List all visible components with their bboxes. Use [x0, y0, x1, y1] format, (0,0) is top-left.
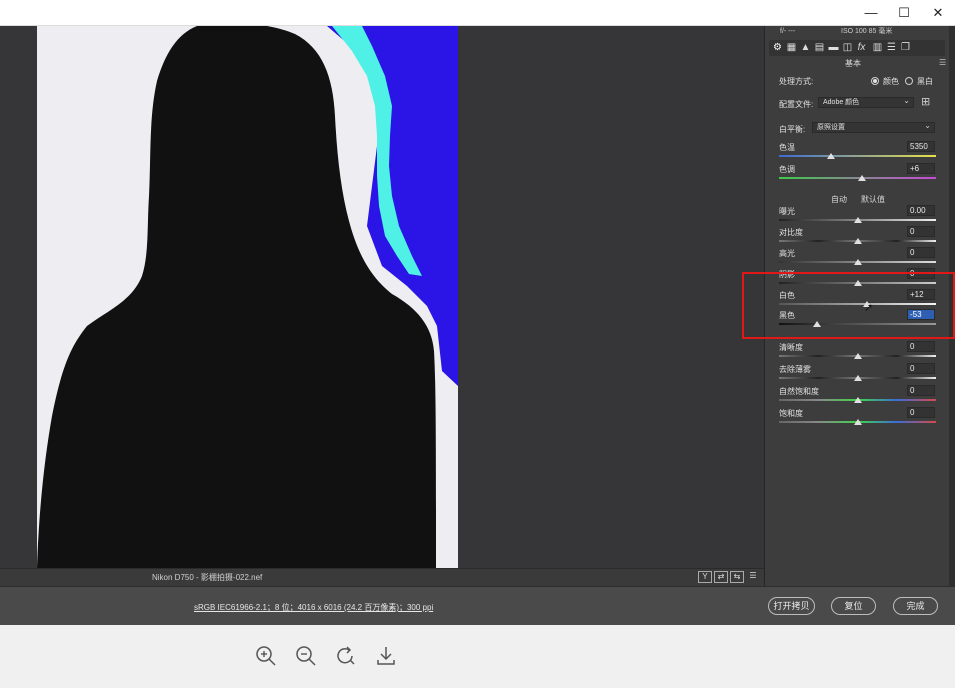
zoom-out-icon[interactable] — [294, 644, 318, 668]
fx-tab-icon[interactable]: fx — [855, 41, 868, 54]
temperature-slider-thumb[interactable] — [826, 153, 835, 159]
photo-preview — [37, 26, 458, 568]
hsl-tab-icon[interactable]: ▤ — [813, 41, 826, 54]
vibrance-slider-thumb[interactable] — [853, 397, 862, 403]
aperture-readout: f/- --- — [780, 28, 796, 35]
clarity-label: 清晰度 — [779, 343, 803, 352]
dehaze-slider-thumb[interactable] — [853, 375, 862, 381]
iso-focal-readout: ISO 100 85 毫米 — [841, 28, 893, 35]
zoom-in-icon[interactable] — [254, 644, 278, 668]
dehaze-field[interactable]: 0 — [907, 363, 935, 374]
presets-tab-icon[interactable]: ☰ — [885, 41, 898, 54]
workflow-bar: sRGB IEC61966-2.1；8 位；4016 x 6016 (24.2 … — [0, 586, 955, 625]
contrast-slider-thumb[interactable] — [853, 238, 862, 244]
whites-field[interactable]: +12 — [907, 289, 935, 300]
image-preview-area[interactable] — [0, 26, 764, 568]
screen: — ☐ ✕ Nikon D750 - 影棚拍摄-022.nef Y ⇄ ⇆ ☰ … — [0, 0, 955, 688]
dehaze-label: 去除薄雾 — [779, 365, 811, 374]
auto-button[interactable]: 自动 — [831, 194, 847, 205]
saturation-field[interactable]: 0 — [907, 407, 935, 418]
whites-slider-track[interactable] — [779, 303, 936, 305]
basic-tab-icon[interactable]: ⚙ — [771, 41, 784, 54]
image-viewer-toolbar — [0, 625, 955, 688]
title-bar: — ☐ ✕ — [0, 0, 955, 26]
temperature-field[interactable]: 5350 — [907, 141, 935, 152]
tint-field[interactable]: +6 — [907, 163, 935, 174]
white-balance-dropdown[interactable]: 原照设置 — [812, 121, 935, 133]
bw-radio-label: 黑白 — [917, 77, 933, 86]
bw-radio[interactable] — [905, 77, 913, 85]
adjustment-panel: f/- --- ISO 100 85 毫米 ⚙ ▦ ▲ ▤ ▬ ◫ fx ▥ ☰… — [764, 26, 949, 586]
clipping-preview-image — [37, 26, 458, 568]
default-button[interactable]: 默认值 — [861, 194, 885, 205]
maximize-button[interactable]: ☐ — [887, 3, 921, 23]
temperature-label: 色温 — [779, 143, 795, 152]
blacks-label: 黑色 — [779, 311, 795, 320]
blacks-slider-thumb[interactable] — [812, 321, 821, 327]
white-balance-label: 白平衡: — [779, 125, 806, 134]
copy-settings-button[interactable]: ⇆ — [730, 571, 744, 583]
shadows-label: 阴影 — [779, 270, 795, 279]
panel-tabs: ⚙ ▦ ▲ ▤ ▬ ◫ fx ▥ ☰ ❐ — [769, 40, 945, 56]
shadows-field[interactable]: 0 — [907, 268, 935, 279]
tint-label: 色调 — [779, 165, 795, 174]
exposure-slider-thumb[interactable] — [853, 217, 862, 223]
swap-settings-button[interactable]: ⇄ — [714, 571, 728, 583]
split-toning-tab-icon[interactable]: ▬ — [827, 41, 840, 54]
filmstrip-status-bar: Nikon D750 - 影棚拍摄-022.nef Y ⇄ ⇆ ☰ — [0, 568, 764, 586]
color-radio-label: 颜色 — [883, 77, 899, 86]
reset-button[interactable]: 复位 — [831, 597, 876, 615]
tint-slider-thumb[interactable] — [858, 175, 867, 181]
saturation-slider-thumb[interactable] — [853, 419, 862, 425]
profile-dropdown[interactable]: Adobe 颜色 — [818, 96, 914, 108]
highlights-label: 高光 — [779, 249, 795, 258]
vibrance-label: 自然饱和度 — [779, 387, 819, 396]
blacks-field[interactable]: -53 — [907, 309, 935, 320]
open-copy-button[interactable]: 打开拷贝 — [768, 597, 815, 615]
profile-label: 配置文件: — [779, 100, 814, 109]
calibration-tab-icon[interactable]: ▥ — [871, 41, 884, 54]
mouse-cursor-icon: ➚ — [864, 302, 874, 314]
done-button[interactable]: 完成 — [893, 597, 938, 615]
panel-menu-icon[interactable]: ☰ — [939, 58, 946, 67]
download-icon[interactable] — [374, 644, 398, 668]
section-title: 基本 — [845, 59, 861, 68]
contrast-field[interactable]: 0 — [907, 226, 935, 237]
preview-preferences-button[interactable]: ☰ — [746, 571, 760, 583]
minimize-button[interactable]: — — [854, 3, 888, 23]
close-button[interactable]: ✕ — [921, 3, 955, 23]
file-name-label: Nikon D750 - 影棚拍摄-022.nef — [152, 573, 263, 582]
vibrance-field[interactable]: 0 — [907, 385, 935, 396]
blacks-slider-track[interactable] — [779, 323, 936, 325]
exif-info: f/- --- ISO 100 85 毫米 — [765, 26, 950, 40]
temperature-slider-track[interactable] — [779, 155, 936, 157]
color-radio[interactable] — [871, 77, 879, 85]
contrast-label: 对比度 — [779, 228, 803, 237]
tone-curve-tab-icon[interactable]: ▦ — [785, 41, 798, 54]
whites-label: 白色 — [779, 291, 795, 300]
lens-tab-icon[interactable]: ◫ — [841, 41, 854, 54]
exposure-field[interactable]: 0.00 — [907, 205, 935, 216]
clarity-field[interactable]: 0 — [907, 341, 935, 352]
treatment-label: 处理方式: — [779, 77, 814, 86]
profile-browser-icon[interactable]: ⊞ — [921, 96, 934, 109]
workflow-options-link[interactable]: sRGB IEC61966-2.1；8 位；4016 x 6016 (24.2 … — [194, 602, 433, 613]
detail-tab-icon[interactable]: ▲ — [799, 41, 812, 54]
clarity-slider-thumb[interactable] — [853, 353, 862, 359]
rotate-icon[interactable] — [334, 644, 358, 668]
exposure-label: 曝光 — [779, 207, 795, 216]
before-after-y-button[interactable]: Y — [698, 571, 712, 583]
shadows-slider-thumb[interactable] — [853, 280, 862, 286]
snapshots-tab-icon[interactable]: ❐ — [899, 41, 912, 54]
highlights-slider-thumb[interactable] — [853, 259, 862, 265]
saturation-label: 饱和度 — [779, 409, 803, 418]
panel-scrollbar[interactable] — [949, 26, 955, 586]
highlights-field[interactable]: 0 — [907, 247, 935, 258]
